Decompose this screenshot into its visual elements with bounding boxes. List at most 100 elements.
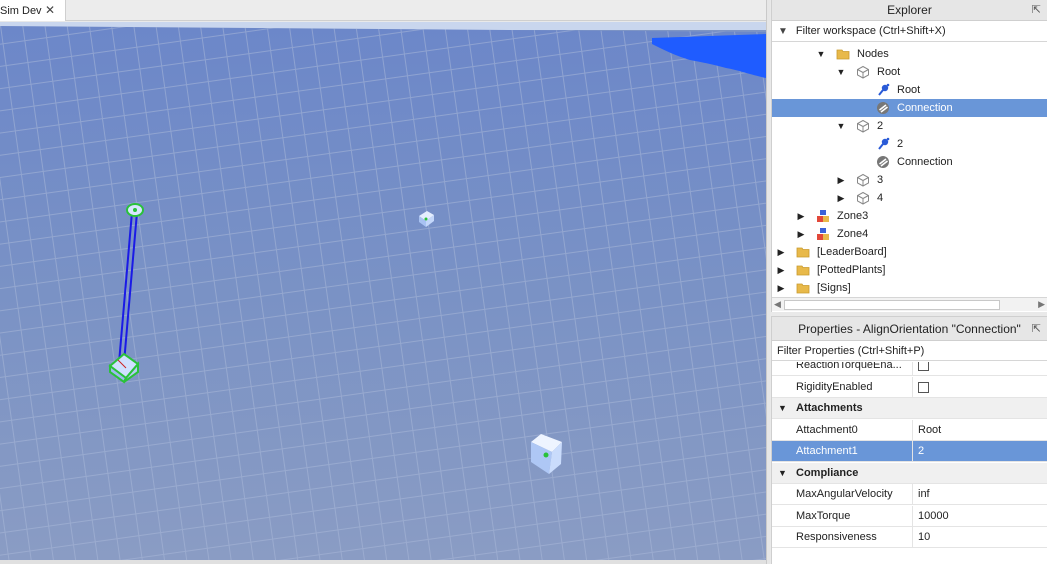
folder-icon xyxy=(796,263,810,277)
property-row-maxtorque[interactable]: MaxTorque 10000 xyxy=(772,505,1047,527)
property-row-responsiveness[interactable]: Responsiveness 10 xyxy=(772,527,1047,548)
property-value[interactable]: 10000 xyxy=(912,505,1047,527)
collapse-arrow-icon[interactable]: ▼ xyxy=(778,398,787,419)
properties-panel: Properties - AlignOrientation "Connectio… xyxy=(771,316,1047,564)
expand-arrow-right-icon[interactable]: ▶ xyxy=(796,207,806,225)
align-orientation-icon xyxy=(876,101,890,115)
explorer-item-label: Root xyxy=(877,66,901,78)
workspace-filter-placeholder: Filter workspace (Ctrl+Shift+X) xyxy=(795,25,946,37)
property-category-attachments[interactable]: ▼ Attachments xyxy=(772,398,1047,419)
property-row-reactiontorqueena-[interactable]: ReactionTorqueEna... xyxy=(772,362,1047,376)
attachment-icon xyxy=(876,137,890,151)
document-tab-sim-dev[interactable]: Sim Dev ✕ xyxy=(0,0,66,21)
model-icon xyxy=(856,65,870,79)
expand-arrow-down-icon[interactable]: ▼ xyxy=(816,45,826,63)
undock-icon[interactable]: ⇱ xyxy=(1032,0,1041,21)
explorer-item-nodes[interactable]: ▼ Nodes xyxy=(772,45,1047,63)
expand-arrow-right-icon[interactable]: ▶ xyxy=(776,261,786,279)
panel-splitter[interactable] xyxy=(766,0,770,564)
explorer-item--leaderboard-[interactable]: ▶ [LeaderBoard] xyxy=(772,243,1047,261)
scroll-right-icon[interactable]: ▶ xyxy=(1038,299,1045,310)
explorer-item-label: [LeaderBoard] xyxy=(817,246,887,258)
property-value[interactable]: inf xyxy=(912,484,1047,505)
folder-icon xyxy=(836,47,850,61)
model-icon xyxy=(856,191,870,205)
property-row-maxangularvelocity[interactable]: MaxAngularVelocity inf xyxy=(772,484,1047,505)
close-tab-icon[interactable]: ✕ xyxy=(45,3,55,17)
property-name: Attachment1 xyxy=(796,445,858,457)
zone-icon xyxy=(816,227,830,241)
workspace-filter-input[interactable]: ▼ Filter workspace (Ctrl+Shift+X) xyxy=(772,21,1047,42)
properties-title: Properties - AlignOrientation "Connectio… xyxy=(798,322,1021,336)
scrollbar-thumb[interactable] xyxy=(784,300,1000,310)
property-name: MaxAngularVelocity xyxy=(796,488,893,500)
explorer-item-connection[interactable]: Connection xyxy=(772,153,1047,171)
property-category-label: Attachments xyxy=(796,402,863,414)
property-category-label: Compliance xyxy=(796,466,859,479)
undock-icon[interactable]: ⇱ xyxy=(1032,317,1041,341)
filter-icon[interactable]: ▼ xyxy=(778,26,788,37)
property-row-attachment0[interactable]: Attachment0 Root xyxy=(772,419,1047,441)
properties-title-bar: Properties - AlignOrientation "Connectio… xyxy=(772,317,1047,341)
properties-filter-input[interactable]: Filter Properties (Ctrl+Shift+P) xyxy=(772,341,1047,361)
expand-arrow-down-icon[interactable]: ▼ xyxy=(836,117,846,135)
property-row-rigidityenabled[interactable]: RigidityEnabled xyxy=(772,376,1047,398)
document-tab-label: Sim Dev xyxy=(0,4,42,17)
explorer-item-zone3[interactable]: ▶ Zone3 xyxy=(772,207,1047,225)
explorer-item-label: [PottedPlants] xyxy=(817,264,886,276)
explorer-item-label: 4 xyxy=(877,192,884,204)
explorer-item-3[interactable]: ▶ 3 xyxy=(772,171,1047,189)
explorer-item-2[interactable]: 2 xyxy=(772,135,1047,153)
property-name: Attachment0 xyxy=(796,423,858,436)
scroll-left-icon[interactable]: ◀ xyxy=(774,299,781,310)
property-name: Responsiveness xyxy=(796,531,877,543)
expand-arrow-right-icon[interactable]: ▶ xyxy=(836,171,846,189)
expand-arrow-right-icon[interactable]: ▶ xyxy=(776,243,786,261)
explorer-item-label: [Signs] xyxy=(817,282,851,294)
explorer-item--signs-[interactable]: ▶ [Signs] xyxy=(772,279,1047,296)
explorer-item-label: Connection xyxy=(897,156,953,168)
explorer-item-root[interactable]: Root xyxy=(772,81,1047,99)
status-strip xyxy=(0,560,766,564)
explorer-item-connection[interactable]: Connection xyxy=(772,99,1047,117)
property-name: ReactionTorqueEna... xyxy=(796,362,902,371)
collapse-arrow-icon[interactable]: ▼ xyxy=(778,463,787,484)
explorer-tree[interactable]: ▼ Nodes ▼ Root Root Connection ▼ 2 2 Connection ▶ 3… xyxy=(772,44,1047,296)
explorer-item--pottedplants-[interactable]: ▶ [PottedPlants] xyxy=(772,261,1047,279)
explorer-horizontal-scrollbar[interactable]: ◀ ▶ xyxy=(772,297,1047,311)
property-name: RigidityEnabled xyxy=(796,380,873,393)
attachment-icon xyxy=(876,83,890,97)
expand-arrow-right-icon[interactable]: ▶ xyxy=(776,279,786,296)
explorer-item-4[interactable]: ▶ 4 xyxy=(772,189,1047,207)
explorer-item-label: Nodes xyxy=(857,48,889,60)
explorer-item-zone4[interactable]: ▶ Zone4 xyxy=(772,225,1047,243)
align-orientation-icon xyxy=(876,155,890,169)
explorer-item-root[interactable]: ▼ Root xyxy=(772,63,1047,81)
explorer-item-label: Connection xyxy=(897,102,953,114)
node-root-part[interactable] xyxy=(126,203,144,217)
3d-viewport[interactable] xyxy=(0,22,766,560)
property-checkbox-cell[interactable] xyxy=(912,362,1047,376)
explorer-item-label: 3 xyxy=(877,174,884,186)
property-value[interactable]: Root xyxy=(912,419,1047,441)
expand-arrow-right-icon[interactable]: ▶ xyxy=(796,225,806,243)
zone-icon xyxy=(816,209,830,223)
property-value[interactable]: 2 xyxy=(912,441,1047,462)
expand-arrow-right-icon[interactable]: ▶ xyxy=(836,189,846,207)
expand-arrow-down-icon[interactable]: ▼ xyxy=(836,63,846,81)
explorer-item-label: 2 xyxy=(877,120,884,132)
property-row-attachment1[interactable]: Attachment1 2 xyxy=(772,441,1047,462)
property-value[interactable]: 10 xyxy=(912,527,1047,548)
viewport-scene xyxy=(0,22,766,560)
model-icon xyxy=(856,173,870,187)
properties-list[interactable]: ReactionTorqueEna... RigidityEnabled ▼ Atta… xyxy=(772,362,1047,564)
explorer-item-label: 2 xyxy=(897,138,904,150)
baseplate-grid xyxy=(0,26,766,560)
explorer-item-2[interactable]: ▼ 2 xyxy=(772,117,1047,135)
property-checkbox-cell[interactable] xyxy=(912,376,1047,398)
property-checkbox[interactable] xyxy=(918,362,929,371)
explorer-item-label: Root xyxy=(897,84,921,96)
property-checkbox[interactable] xyxy=(918,381,929,393)
property-category-compliance[interactable]: ▼ Compliance xyxy=(772,462,1047,484)
model-icon xyxy=(856,119,870,133)
